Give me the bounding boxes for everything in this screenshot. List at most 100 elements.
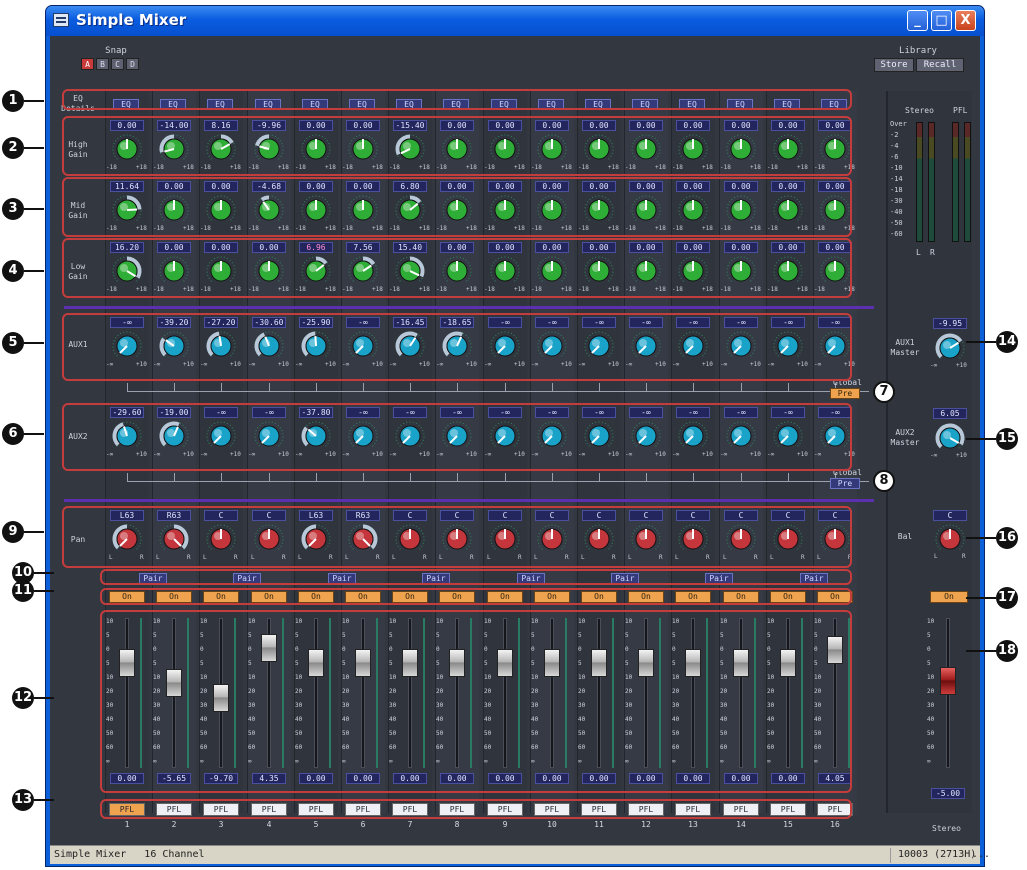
- status-bar: Simple Mixer 16 Channel 10003 (2713H) ..…: [50, 845, 990, 864]
- callout-12: 12: [12, 687, 34, 709]
- library-store-button[interactable]: Store: [874, 58, 914, 72]
- aux2-bus-tick-7: [410, 473, 411, 481]
- callout-line-10: [34, 572, 54, 574]
- callout-6: 6: [2, 423, 24, 445]
- stereo-fader-scale-6: 30: [927, 702, 935, 709]
- highlight-pfl: [100, 799, 852, 819]
- callout-line-1: [24, 100, 44, 102]
- aux2-master-min: -∞: [930, 452, 938, 459]
- stereo-fader-scale-0: 10: [927, 618, 935, 625]
- meter-scale-1: -2: [890, 131, 899, 139]
- app-icon: [53, 13, 69, 27]
- stereo-fader-scale-3: 5: [927, 660, 931, 667]
- callout-13: 13: [12, 789, 34, 811]
- callout-11: 11: [12, 580, 34, 602]
- aux2-global-pre-button[interactable]: Pre: [830, 478, 860, 489]
- aux2-bus-tick-3: [221, 473, 222, 481]
- channel-number-12: 12: [641, 820, 651, 829]
- channel-number-8: 8: [454, 820, 460, 829]
- aux1-master-label: AUX1 Master: [890, 338, 920, 357]
- aux2-bus-tick-15: [788, 473, 789, 481]
- meter-scale-5: -14: [890, 175, 903, 183]
- library-recall-button[interactable]: Recall: [916, 58, 964, 72]
- aux2-bus-tick-4: [269, 473, 270, 481]
- callout-7: 7: [873, 381, 895, 403]
- aux2-master-max: +10: [956, 452, 967, 459]
- title-bar[interactable]: Simple Mixer _ □ X: [46, 6, 984, 36]
- callout-line-2: [24, 147, 44, 149]
- aux2-bus-line: [127, 481, 869, 482]
- snap-button-a[interactable]: A: [81, 58, 94, 70]
- aux2-bus-tick-6: [363, 473, 364, 481]
- callout-line-18: [966, 650, 996, 652]
- aux2-bus-tick-11: [599, 473, 600, 481]
- aux1-master-max: +10: [956, 362, 967, 369]
- stereo-on-button[interactable]: On: [930, 591, 968, 603]
- stereo-fader-scale-5: 20: [927, 688, 935, 695]
- aux2-master-knob[interactable]: [934, 422, 966, 454]
- aux2-bus-tick-13: [693, 473, 694, 481]
- aux1-global-pre-button[interactable]: Pre: [830, 388, 860, 399]
- channel-number-1: 1: [124, 820, 130, 829]
- callout-line-3: [24, 208, 44, 210]
- stereo-fader-scale-7: 40: [927, 716, 935, 723]
- stereo-fader-scale-8: 50: [927, 730, 935, 737]
- balance-r-label: R: [962, 553, 966, 560]
- window-title: Simple Mixer: [76, 11, 187, 29]
- aux2-master-value[interactable]: 6.05: [933, 408, 967, 419]
- status-left: Simple Mixer 16 Channel: [54, 849, 205, 860]
- channel-number-11: 11: [594, 820, 604, 829]
- balance-knob[interactable]: [934, 523, 966, 555]
- aux1-bus-tick-5: [316, 383, 317, 391]
- aux1-bus-tick-6: [363, 383, 364, 391]
- channel-number-16: 16: [830, 820, 840, 829]
- snap-button-b[interactable]: B: [96, 58, 109, 70]
- meter-scale-0: Over: [890, 120, 907, 128]
- stereo-fader-scale-10: ∞: [927, 758, 931, 765]
- callout-4: 4: [2, 260, 24, 282]
- maximize-button[interactable]: □: [931, 10, 952, 31]
- close-button[interactable]: X: [955, 10, 976, 31]
- aux2-bus-tick-2: [174, 473, 175, 481]
- meter-scale-4: -10: [890, 164, 903, 172]
- aux2-bus-tick-8: [457, 473, 458, 481]
- meter-scale-9: -50: [890, 219, 903, 227]
- minimize-button[interactable]: _: [907, 10, 928, 31]
- channel-number-6: 6: [360, 820, 366, 829]
- aux1-master-value[interactable]: -9.95: [933, 318, 967, 329]
- stereo-fader-cap[interactable]: [940, 667, 956, 695]
- channel-number-9: 9: [502, 820, 508, 829]
- stereo-fader-value[interactable]: -5.00: [931, 788, 965, 799]
- balance-value[interactable]: C: [933, 510, 967, 521]
- aux1-bus-tick-2: [174, 383, 175, 391]
- aux1-bus-tick-11: [599, 383, 600, 391]
- callout-14: 14: [996, 331, 1018, 353]
- separator-aux-pan: [64, 499, 874, 502]
- aux1-bus-tick-14: [741, 383, 742, 391]
- callout-16: 16: [996, 527, 1018, 549]
- aux2-bus-tick-1: [127, 473, 128, 481]
- aux2-bus-tick-9: [505, 473, 506, 481]
- channel-number-10: 10: [547, 820, 557, 829]
- aux1-bus-tick-9: [505, 383, 506, 391]
- callout-2: 2: [2, 137, 24, 159]
- callout-line-4: [24, 270, 44, 272]
- highlight-on: [100, 588, 852, 605]
- meter-scale-2: -4: [890, 142, 899, 150]
- meter-pfl-label: PFL: [953, 106, 968, 115]
- snap-button-d[interactable]: D: [126, 58, 139, 70]
- callout-line-17: [966, 597, 996, 599]
- highlight-eq-details: [62, 89, 852, 110]
- aux1-master-knob[interactable]: [934, 332, 966, 364]
- stereo-fader-scale-2: 0: [927, 646, 931, 653]
- aux1-bus-tick-13: [693, 383, 694, 391]
- snap-label: Snap: [105, 46, 127, 56]
- aux2-bus-tick-12: [646, 473, 647, 481]
- channel-number-2: 2: [171, 820, 177, 829]
- channel-number-7: 7: [407, 820, 413, 829]
- highlight-high-gain: [62, 116, 852, 176]
- channel-number-4: 4: [266, 820, 272, 829]
- highlight-pair: [100, 569, 852, 585]
- snap-button-c[interactable]: C: [111, 58, 124, 70]
- stereo-fader-scale-4: 10: [927, 674, 935, 681]
